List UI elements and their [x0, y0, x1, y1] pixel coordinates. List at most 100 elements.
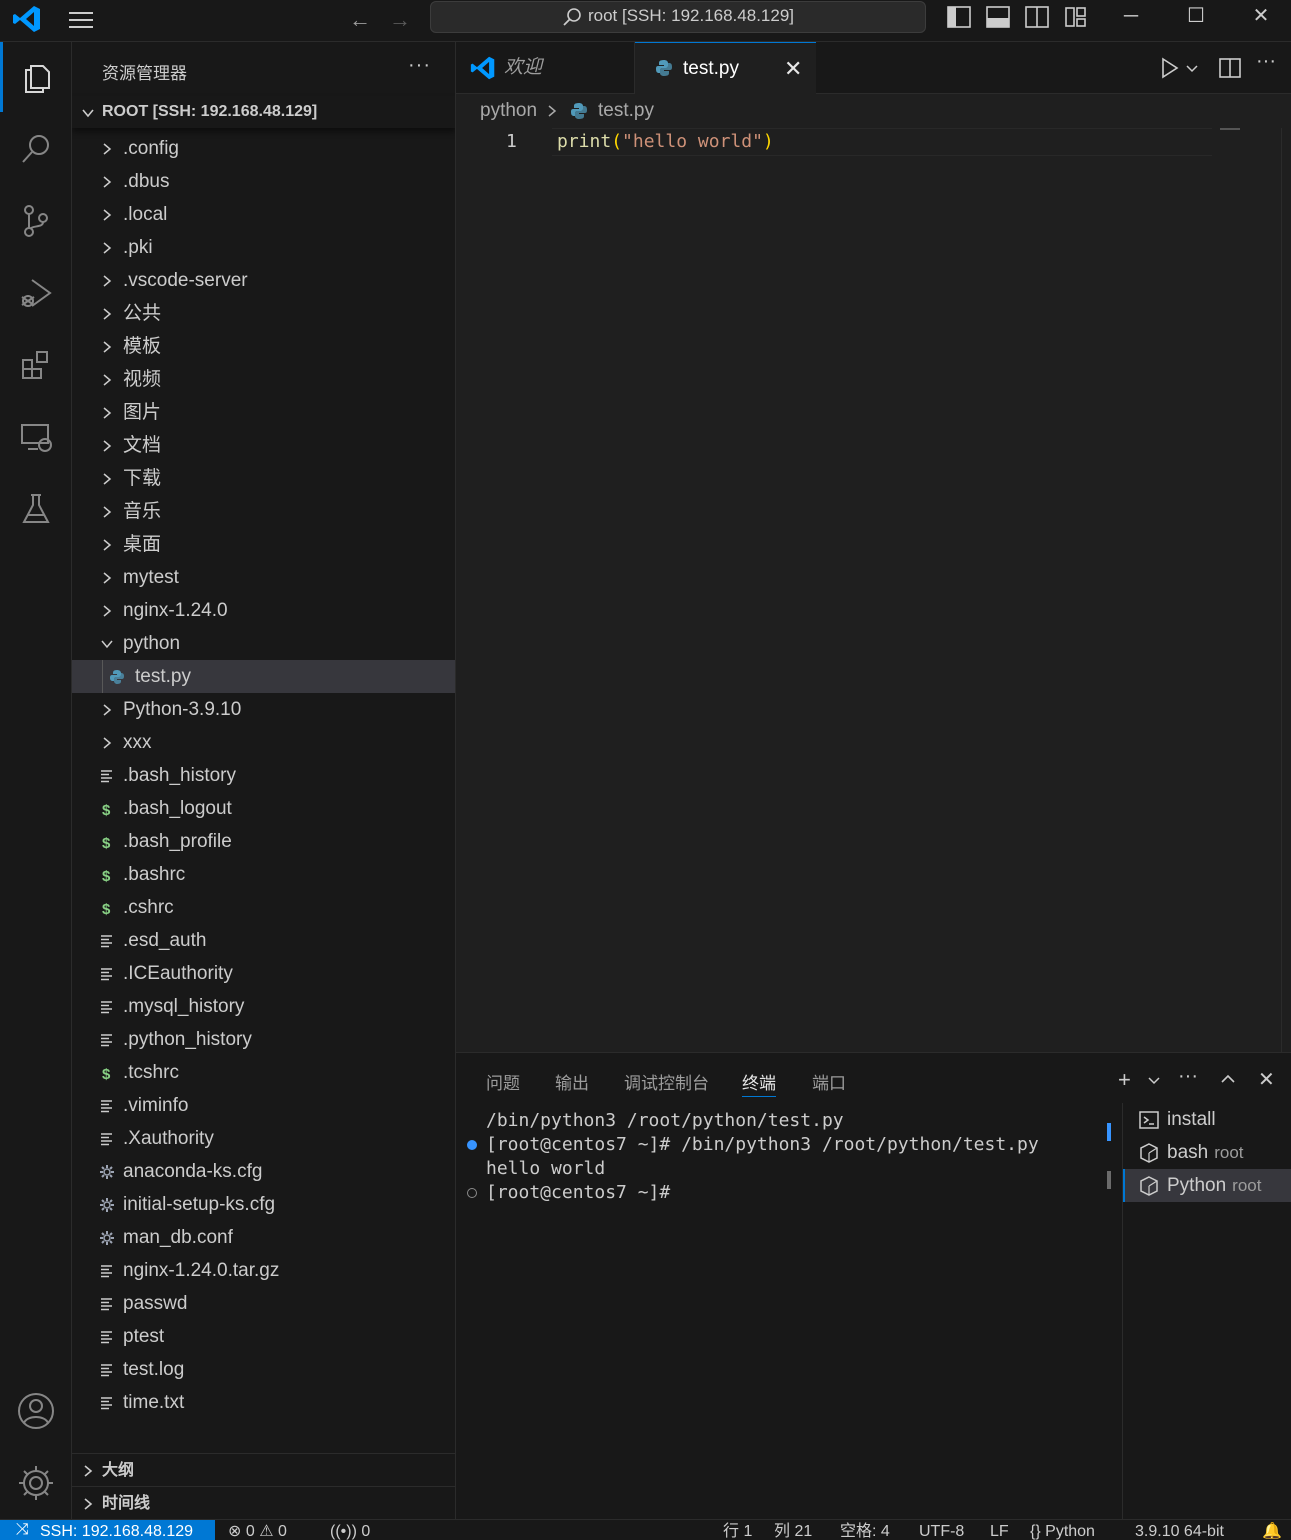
maximize-button[interactable]: ☐: [1170, 0, 1222, 34]
tab-output[interactable]: 输出: [555, 1069, 589, 1097]
tree-file[interactable]: .Xauthority: [72, 1122, 455, 1155]
timeline-section[interactable]: 时间线: [72, 1486, 455, 1519]
tree-folder[interactable]: Python-3.9.10: [72, 693, 455, 726]
tree-folder[interactable]: .pki: [72, 231, 455, 264]
end-of-line[interactable]: LF: [990, 1520, 1009, 1540]
toggle-primary-sidebar-icon[interactable]: [946, 5, 972, 29]
more-actions-icon[interactable]: ···: [1256, 50, 1276, 78]
extensions-icon[interactable]: [0, 330, 72, 400]
tree-folder[interactable]: python: [72, 627, 455, 660]
terminal-output[interactable]: /bin/python3 /root/python/test.py [root@c…: [486, 1109, 1039, 1205]
maximize-panel-icon[interactable]: [1219, 1070, 1237, 1088]
customize-layout-icon[interactable]: [1063, 5, 1089, 29]
toggle-secondary-sidebar-icon[interactable]: [1024, 5, 1050, 29]
more-actions-icon[interactable]: ···: [1178, 1065, 1198, 1088]
tree-folder[interactable]: 视频: [72, 363, 455, 396]
tree-folder[interactable]: 音乐: [72, 495, 455, 528]
tree-file[interactable]: .esd_auth: [72, 924, 455, 957]
tree-file[interactable]: passwd: [72, 1287, 455, 1320]
toggle-panel-icon[interactable]: [985, 5, 1011, 29]
tree-file[interactable]: $ .bashrc: [72, 858, 455, 891]
back-arrow-icon[interactable]: ←: [346, 6, 374, 34]
manage-gear-icon[interactable]: [0, 1448, 72, 1518]
tree-folder[interactable]: nginx-1.24.0: [72, 594, 455, 627]
problems-indicator[interactable]: ⊗ 0 ⚠ 0: [228, 1520, 287, 1540]
terminal-item-install[interactable]: install: [1123, 1103, 1291, 1136]
tree-folder[interactable]: mytest: [72, 561, 455, 594]
forward-arrow-icon[interactable]: →: [386, 6, 414, 34]
hamburger-menu-icon[interactable]: [66, 8, 96, 32]
command-pending-icon[interactable]: [467, 1188, 477, 1198]
tree-file[interactable]: time.txt: [72, 1386, 455, 1419]
tree-file[interactable]: .python_history: [72, 1023, 455, 1056]
tree-folder[interactable]: .config: [72, 132, 455, 165]
tree-file[interactable]: nginx-1.24.0.tar.gz: [72, 1254, 455, 1287]
tree-folder[interactable]: 下载: [72, 462, 455, 495]
workspace-root-header[interactable]: ROOT [SSH: 192.168.48.129]: [72, 96, 455, 128]
indentation[interactable]: 空格: 4: [840, 1520, 890, 1540]
tab-problems[interactable]: 问题: [486, 1069, 520, 1097]
tab-test-py[interactable]: test.py ✕: [635, 42, 816, 94]
close-panel-icon[interactable]: ✕: [1258, 1067, 1275, 1092]
tree-file[interactable]: .bash_history: [72, 759, 455, 792]
tree-folder[interactable]: 模板: [72, 330, 455, 363]
python-interpreter[interactable]: 3.9.10 64-bit: [1135, 1520, 1224, 1540]
terminal-item-bash[interactable]: bash root: [1123, 1136, 1291, 1169]
tab-terminal[interactable]: 终端: [742, 1069, 776, 1097]
testing-icon[interactable]: [0, 474, 72, 544]
split-editor-icon[interactable]: [1218, 54, 1242, 82]
notifications-icon[interactable]: 🔔: [1262, 1520, 1282, 1540]
tree-file[interactable]: test.log: [72, 1353, 455, 1386]
breadcrumb-file[interactable]: test.py: [598, 94, 654, 128]
code-line[interactable]: print("hello world"): [557, 128, 774, 156]
terminal-item-python[interactable]: Python root: [1123, 1169, 1291, 1202]
tree-file[interactable]: test.py: [72, 660, 455, 693]
source-control-icon[interactable]: [0, 186, 72, 256]
account-icon[interactable]: [0, 1376, 72, 1446]
tree-folder[interactable]: .local: [72, 198, 455, 231]
tree-file[interactable]: ptest: [72, 1320, 455, 1353]
tree-file[interactable]: .mysql_history: [72, 990, 455, 1023]
run-debug-icon[interactable]: [0, 258, 72, 328]
tree-file[interactable]: anaconda-ks.cfg: [72, 1155, 455, 1188]
remote-explorer-icon[interactable]: [0, 402, 72, 472]
tab-welcome[interactable]: 欢迎: [456, 42, 635, 94]
tree-file[interactable]: man_db.conf: [72, 1221, 455, 1254]
tree-folder[interactable]: 桌面: [72, 528, 455, 561]
close-window-button[interactable]: ✕: [1235, 0, 1287, 34]
tree-file[interactable]: $ .cshrc: [72, 891, 455, 924]
run-python-file-icon[interactable]: [1158, 54, 1182, 82]
tree-file[interactable]: $ .tcshrc: [72, 1056, 455, 1089]
tab-debug-console[interactable]: 调试控制台: [624, 1069, 709, 1097]
more-actions-button[interactable]: ···: [408, 54, 431, 77]
explorer-icon[interactable]: [0, 42, 72, 112]
editor-scrollbar[interactable]: [1281, 128, 1291, 1052]
chevron-down-icon[interactable]: [1146, 1073, 1162, 1089]
tree-folder[interactable]: 文档: [72, 429, 455, 462]
new-terminal-icon[interactable]: +: [1118, 1067, 1131, 1093]
tree-file[interactable]: .viminfo: [72, 1089, 455, 1122]
outline-section[interactable]: 大纲: [72, 1453, 455, 1486]
ports-indicator[interactable]: ((•)) 0: [330, 1520, 370, 1540]
tree-folder[interactable]: .vscode-server: [72, 264, 455, 297]
tree-file[interactable]: $ .bash_logout: [72, 792, 455, 825]
tab-ports[interactable]: 端口: [812, 1069, 846, 1097]
close-tab-icon[interactable]: ✕: [784, 43, 802, 95]
code-editor[interactable]: 1 print("hello world"): [456, 128, 1291, 1052]
minimize-button[interactable]: ─: [1105, 0, 1157, 34]
tree-file[interactable]: .ICEauthority: [72, 957, 455, 990]
minimap[interactable]: [1220, 128, 1240, 130]
tree-folder[interactable]: .dbus: [72, 165, 455, 198]
chevron-down-icon[interactable]: [1184, 54, 1200, 82]
tree-folder[interactable]: 公共: [72, 297, 455, 330]
cursor-line[interactable]: 行 1: [723, 1520, 752, 1540]
command-success-icon[interactable]: [467, 1140, 477, 1150]
encoding[interactable]: UTF-8: [919, 1520, 964, 1540]
tree-file[interactable]: $ .bash_profile: [72, 825, 455, 858]
tree-file[interactable]: initial-setup-ks.cfg: [72, 1188, 455, 1221]
command-center-search[interactable]: root [SSH: 192.168.48.129]: [430, 1, 926, 33]
search-icon[interactable]: [0, 114, 72, 184]
cursor-column[interactable]: 列 21: [774, 1520, 812, 1540]
breadcrumb-folder[interactable]: python: [480, 94, 537, 128]
tree-folder[interactable]: 图片: [72, 396, 455, 429]
